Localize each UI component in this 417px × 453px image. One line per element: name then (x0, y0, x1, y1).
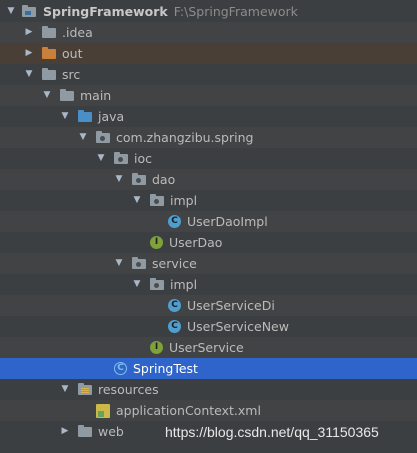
expand-arrow-icon[interactable]: ▼ (59, 379, 71, 400)
expand-arrow-icon[interactable]: ▼ (131, 190, 143, 211)
project-name: SpringFramework (43, 4, 168, 19)
expand-arrow-icon[interactable]: ▼ (5, 1, 17, 22)
tree-label-ioc: ioc (134, 151, 152, 166)
excluded-folder-icon (42, 47, 56, 59)
package-icon (96, 131, 110, 143)
package-icon (132, 257, 146, 269)
expand-arrow-icon[interactable]: ▼ (23, 64, 35, 85)
tree-row-package[interactable]: ▼ com.zhangzibu.spring (0, 127, 417, 148)
interface-icon: I (150, 341, 163, 354)
tree-row-idea[interactable]: ▶ .idea (0, 22, 417, 43)
tree-label-out: out (62, 46, 83, 61)
resources-folder-icon (78, 383, 92, 395)
source-folder-icon (78, 110, 92, 122)
tree-row-project-root[interactable]: ▼ SpringFramework F:\SpringFramework (0, 1, 417, 22)
tree-row-src[interactable]: ▼ src (0, 64, 417, 85)
expand-arrow-icon[interactable]: ▼ (77, 127, 89, 148)
tree-row-user-dao[interactable]: I UserDao (0, 232, 417, 253)
folder-icon (60, 89, 74, 101)
folder-icon (78, 425, 92, 437)
collapse-arrow-icon[interactable]: ▶ (23, 43, 35, 64)
tree-row-application-context[interactable]: applicationContext.xml (0, 400, 417, 421)
project-path: F:\SpringFramework (173, 4, 298, 19)
tree-label-user-service-di: UserServiceDi (187, 298, 275, 313)
tree-row-user-service-new[interactable]: C UserServiceNew (0, 316, 417, 337)
package-icon (114, 152, 128, 164)
tree-label-user-dao: UserDao (169, 235, 223, 250)
tree-label-application-context: applicationContext.xml (116, 403, 261, 418)
package-icon (150, 278, 164, 290)
tree-row-java[interactable]: ▼ java (0, 106, 417, 127)
folder-icon (42, 68, 56, 80)
tree-row-user-dao-impl[interactable]: C UserDaoImpl (0, 211, 417, 232)
tree-label-spring-test: SpringTest (133, 361, 198, 376)
project-tree: ▼ SpringFramework F:\SpringFramework ▶ .i… (0, 1, 417, 442)
class-icon: C (168, 299, 181, 312)
tree-row-ioc[interactable]: ▼ ioc (0, 148, 417, 169)
tree-row-main[interactable]: ▼ main (0, 85, 417, 106)
expand-arrow-icon[interactable]: ▼ (113, 253, 125, 274)
tree-label-user-dao-impl: UserDaoImpl (187, 214, 268, 229)
package-icon (150, 194, 164, 206)
interface-icon: I (150, 236, 163, 249)
tree-label-service: service (152, 256, 197, 271)
tree-label-user-service: UserService (169, 340, 244, 355)
test-class-icon: C (114, 362, 127, 375)
tree-label-main: main (80, 88, 112, 103)
tree-row-service[interactable]: ▼ service (0, 253, 417, 274)
tree-row-out[interactable]: ▶ out (0, 43, 417, 64)
package-icon (132, 173, 146, 185)
expand-arrow-icon[interactable]: ▼ (59, 106, 71, 127)
tree-label-dao-impl: impl (170, 193, 198, 208)
tree-label-package: com.zhangzibu.spring (116, 130, 254, 145)
tree-label-web: web (98, 424, 124, 439)
expand-arrow-icon[interactable]: ▼ (41, 85, 53, 106)
tree-row-resources[interactable]: ▼ resources (0, 379, 417, 400)
tree-label-user-service-new: UserServiceNew (187, 319, 289, 334)
tree-label-service-impl: impl (170, 277, 198, 292)
tree-label-src: src (62, 67, 81, 82)
tree-label-idea: .idea (62, 25, 93, 40)
collapse-arrow-icon[interactable]: ▶ (23, 22, 35, 43)
tree-row-user-service-di[interactable]: C UserServiceDi (0, 295, 417, 316)
expand-arrow-icon[interactable]: ▼ (113, 169, 125, 190)
xml-file-icon (96, 404, 110, 418)
tree-row-dao[interactable]: ▼ dao (0, 169, 417, 190)
collapse-arrow-icon[interactable]: ▶ (59, 421, 71, 442)
tree-row-spring-test[interactable]: C SpringTest (0, 358, 417, 379)
module-folder-icon (22, 5, 36, 17)
class-icon: C (168, 320, 181, 333)
tree-label-resources: resources (98, 382, 159, 397)
folder-icon (42, 26, 56, 38)
tree-label-dao: dao (152, 172, 176, 187)
tree-row-service-impl[interactable]: ▼ impl (0, 274, 417, 295)
tree-row-dao-impl[interactable]: ▼ impl (0, 190, 417, 211)
class-icon: C (168, 215, 181, 228)
tree-row-user-service[interactable]: I UserService (0, 337, 417, 358)
tree-label-java: java (98, 109, 125, 124)
expand-arrow-icon[interactable]: ▼ (131, 274, 143, 295)
watermark-text: https://blog.csdn.net/qq_31150365 (165, 424, 379, 440)
expand-arrow-icon[interactable]: ▼ (95, 148, 107, 169)
